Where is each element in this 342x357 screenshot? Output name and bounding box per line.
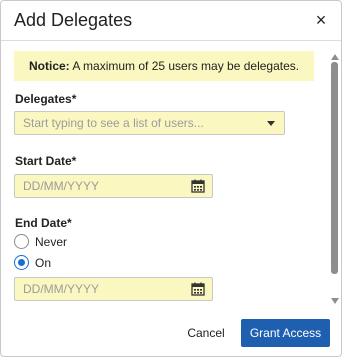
cancel-button[interactable]: Cancel bbox=[181, 321, 231, 345]
dialog-scrollbar[interactable] bbox=[329, 54, 341, 308]
scrollbar-thumb[interactable] bbox=[331, 62, 338, 274]
notice-text: A maximum of 25 users may be delegates. bbox=[69, 59, 300, 73]
close-icon[interactable]: × bbox=[313, 11, 329, 29]
notice-label: Notice: bbox=[29, 59, 70, 73]
grant-access-button[interactable]: Grant Access bbox=[241, 319, 330, 347]
calendar-icon[interactable] bbox=[191, 282, 205, 296]
chevron-down-icon[interactable] bbox=[267, 121, 275, 126]
dialog-title: Add Delegates bbox=[14, 10, 133, 30]
dialog-header: Add Delegates × bbox=[1, 1, 341, 41]
on-option-label: On bbox=[35, 256, 52, 270]
calendar-icon[interactable] bbox=[191, 179, 205, 193]
start-date-label: Start Date* bbox=[15, 154, 77, 168]
add-delegates-dialog: Add Delegates × Notice: A maximum of 25 … bbox=[0, 0, 342, 357]
end-date-placeholder: DD/MM/YYYY bbox=[23, 282, 100, 296]
scroll-up-icon[interactable] bbox=[331, 54, 339, 60]
end-date-label: End Date* bbox=[15, 216, 72, 230]
dialog-body: Notice: A maximum of 25 users may be del… bbox=[1, 42, 329, 310]
delegates-search-input[interactable]: Start typing to see a list of users... bbox=[14, 111, 285, 135]
start-date-input[interactable]: DD/MM/YYYY bbox=[14, 174, 213, 198]
notice-banner: Notice: A maximum of 25 users may be del… bbox=[14, 51, 314, 81]
delegates-label: Delegates* bbox=[15, 92, 77, 106]
radio-checked-icon[interactable] bbox=[14, 255, 29, 270]
dialog-footer: Cancel Grant Access bbox=[1, 311, 341, 356]
start-date-placeholder: DD/MM/YYYY bbox=[23, 179, 100, 193]
end-date-input[interactable]: DD/MM/YYYY bbox=[14, 277, 213, 301]
never-option-label: Never bbox=[35, 235, 68, 249]
scroll-down-icon[interactable] bbox=[331, 298, 339, 304]
delegates-placeholder: Start typing to see a list of users... bbox=[23, 116, 204, 130]
radio-unchecked-icon[interactable] bbox=[14, 234, 29, 249]
